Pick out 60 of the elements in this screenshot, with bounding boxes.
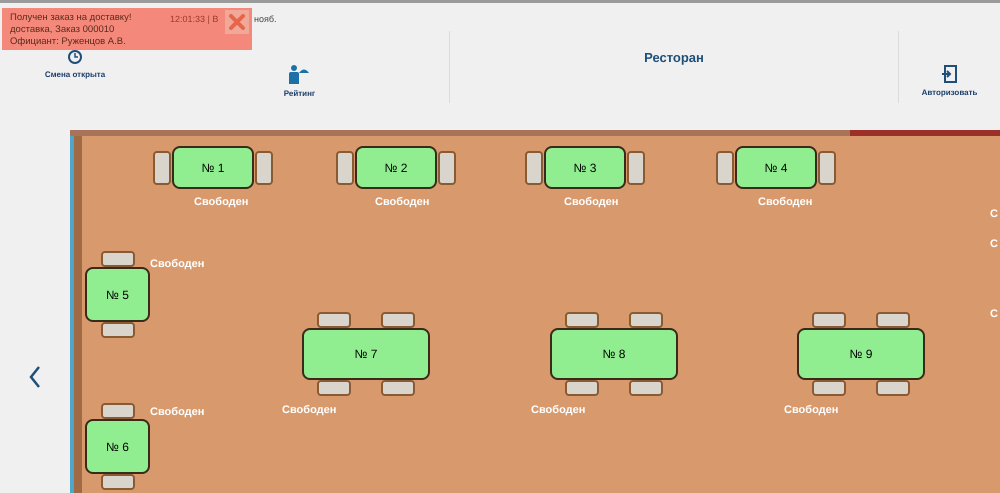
chair-icon	[629, 312, 663, 328]
date-text: нояб.	[254, 13, 277, 26]
chair-icon	[876, 380, 910, 396]
notification-text: Официант: Руженцов А.В.	[10, 36, 126, 48]
login-icon	[941, 65, 958, 83]
table-status: Свободен	[150, 405, 204, 420]
restaurant-table[interactable]: № 4	[735, 146, 817, 189]
chair-icon	[812, 312, 846, 328]
chair-icon	[100, 322, 134, 338]
chair-icon	[565, 312, 599, 328]
chair-icon	[381, 380, 415, 396]
table-status: Свободен	[564, 195, 618, 210]
table-status: Свободен	[150, 257, 204, 272]
chair-icon	[317, 380, 351, 396]
chair-icon	[812, 380, 846, 396]
previous-arrow[interactable]	[28, 364, 42, 388]
table-status: Свободен	[375, 195, 430, 210]
table-status: Свободен	[531, 403, 586, 418]
close-icon	[228, 13, 246, 31]
chevron-left-icon	[28, 364, 42, 388]
chair-icon	[627, 150, 645, 184]
chair-icon	[100, 474, 134, 490]
notification-text: Получен заказ на доставку!	[10, 12, 132, 24]
table-status: С	[990, 307, 998, 322]
time-text: 12:01:33 | В	[170, 13, 218, 26]
chair-icon	[525, 150, 543, 184]
restaurant-table[interactable]: № 3	[544, 146, 626, 189]
chair-icon	[100, 403, 134, 419]
chair-icon	[336, 150, 354, 184]
restaurant-table[interactable]: № 7	[302, 328, 430, 380]
toolbar-button[interactable]: Рейтинг	[284, 64, 316, 103]
restaurant-table[interactable]: № 1	[172, 146, 254, 189]
table-status: Свободен	[784, 403, 838, 418]
toolbar-button[interactable]: Авторизовать	[922, 65, 978, 103]
toolbar-button[interactable]: Смена открыта	[44, 49, 106, 130]
restaurant-table[interactable]: № 6	[85, 419, 150, 474]
section-title: Ресторан	[644, 49, 704, 67]
chair-icon	[716, 150, 734, 184]
table-status: Свободен	[282, 403, 336, 418]
table-status: Свободен	[758, 195, 812, 210]
chair-icon	[153, 150, 171, 184]
chair-icon	[629, 380, 663, 396]
table-status: Свободен	[194, 195, 248, 210]
table-status: С	[990, 207, 998, 222]
chair-icon	[381, 312, 415, 328]
chair-icon	[100, 251, 134, 267]
restaurant-table[interactable]: № 9	[797, 328, 925, 380]
chair-icon	[876, 312, 910, 328]
waiter-icon	[288, 64, 310, 84]
chair-icon	[565, 380, 599, 396]
restaurant-table[interactable]: № 5	[85, 267, 150, 322]
chair-icon	[438, 150, 456, 184]
table-status: С	[990, 237, 998, 252]
chair-icon	[818, 150, 836, 184]
restaurant-table[interactable]: № 2	[355, 146, 437, 189]
notification-text: доставка, Заказ 000010	[10, 24, 114, 36]
chair-icon	[317, 312, 351, 328]
restaurant-table[interactable]: № 8	[550, 328, 678, 380]
clock-icon	[67, 49, 83, 65]
chair-icon	[255, 150, 273, 184]
